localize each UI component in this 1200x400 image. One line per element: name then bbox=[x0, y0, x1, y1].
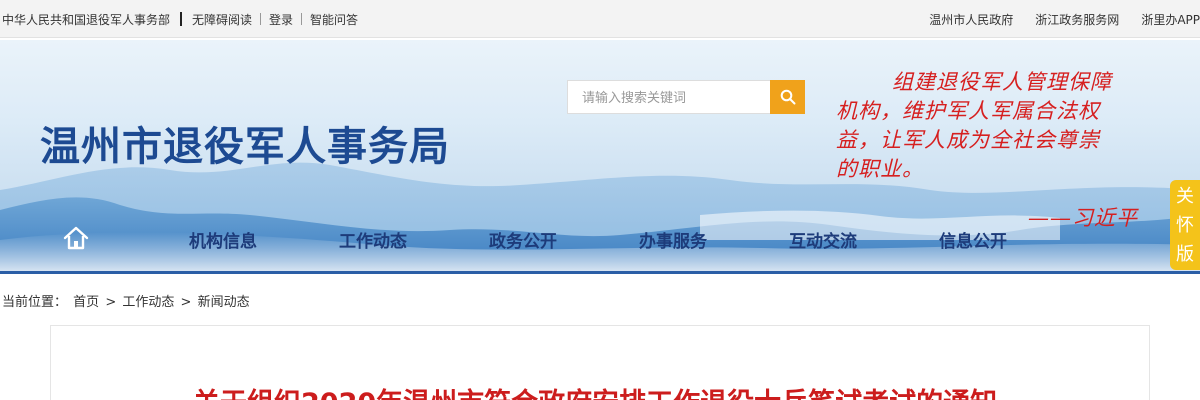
nav-item-work-news[interactable]: 工作动态 bbox=[339, 227, 407, 252]
nav-item-org-info[interactable]: 机构信息 bbox=[189, 227, 257, 252]
nav-item-services[interactable]: 办事服务 bbox=[639, 227, 707, 252]
nav-item-interaction[interactable]: 互动交流 bbox=[789, 227, 857, 252]
link-wenzhou-government[interactable]: 温州市人民政府 bbox=[929, 11, 1013, 28]
nav-home-button[interactable] bbox=[61, 224, 91, 252]
breadcrumb-separator: > bbox=[180, 295, 192, 310]
link-accessibility[interactable]: 无障碍阅读 bbox=[192, 11, 252, 28]
quote-line: 的职业。 bbox=[836, 157, 924, 181]
search-input[interactable] bbox=[567, 80, 770, 114]
home-icon bbox=[63, 226, 89, 250]
breadcrumb-item-news[interactable]: 新闻动态 bbox=[198, 295, 250, 310]
leader-quote: 组建退役军人管理保障 机构，维护军人军属合法权 益，让军人成为全社会尊崇 的职业… bbox=[836, 68, 1176, 230]
search-box bbox=[567, 80, 805, 114]
breadcrumb-item-work-news[interactable]: 工作动态 bbox=[122, 295, 174, 310]
article-card: 关于组织2020年温州市符合政府安排工作退役士兵笔试考试的通知 bbox=[50, 325, 1150, 400]
breadcrumb-item-home[interactable]: 首页 bbox=[73, 295, 99, 310]
nav-item-gov-affairs[interactable]: 政务公开 bbox=[489, 227, 557, 252]
top-bar-left-links: 中华人民共和国退役军人事务部 无障碍阅读 登录 智能问答 bbox=[2, 0, 358, 38]
breadcrumb-separator: > bbox=[105, 295, 117, 310]
quote-line: 益，让军人成为全社会尊崇 bbox=[836, 128, 1100, 152]
divider bbox=[260, 13, 262, 25]
main-nav: 机构信息 工作动态 政务公开 办事服务 互动交流 信息公开 bbox=[0, 219, 1200, 259]
quote-line: 机构，维护军人军属合法权 bbox=[836, 99, 1100, 123]
site-title: 温州市退役军人事务局 bbox=[40, 123, 450, 170]
search-icon bbox=[780, 89, 795, 105]
article-title: 关于组织2020年温州市符合政府安排工作退役士兵笔试考试的通知 bbox=[193, 381, 997, 400]
top-bar: 中华人民共和国退役军人事务部 无障碍阅读 登录 智能问答 温州市人民政府 浙江政… bbox=[0, 0, 1200, 38]
divider bbox=[301, 13, 303, 25]
link-mva-ministry[interactable]: 中华人民共和国退役军人事务部 bbox=[2, 11, 170, 28]
link-smart-qa[interactable]: 智能问答 bbox=[310, 11, 358, 28]
top-bar-right-links: 温州市人民政府 浙江政务服务网 浙里办APP bbox=[907, 0, 1200, 38]
breadcrumb-prefix: 当前位置： bbox=[2, 295, 68, 310]
link-zheliban-app[interactable]: 浙里办APP bbox=[1141, 11, 1200, 28]
banner-bottom-line bbox=[0, 271, 1200, 274]
divider bbox=[180, 12, 183, 26]
nav-item-info-disclosure[interactable]: 信息公开 bbox=[939, 227, 1007, 252]
quote-line: 组建退役军人管理保障 bbox=[892, 70, 1112, 94]
header-banner: 温州市退役军人事务局 组建退役军人管理保障 机构，维护军人军属合法权 益，让军人… bbox=[0, 40, 1200, 274]
search-button[interactable] bbox=[770, 80, 805, 114]
care-mode-char: 关 bbox=[1176, 186, 1194, 207]
link-zhejiang-service[interactable]: 浙江政务服务网 bbox=[1035, 11, 1119, 28]
link-login[interactable]: 登录 bbox=[269, 11, 293, 28]
breadcrumb: 当前位置： 首页 > 工作动态 > 新闻动态 bbox=[2, 291, 252, 310]
